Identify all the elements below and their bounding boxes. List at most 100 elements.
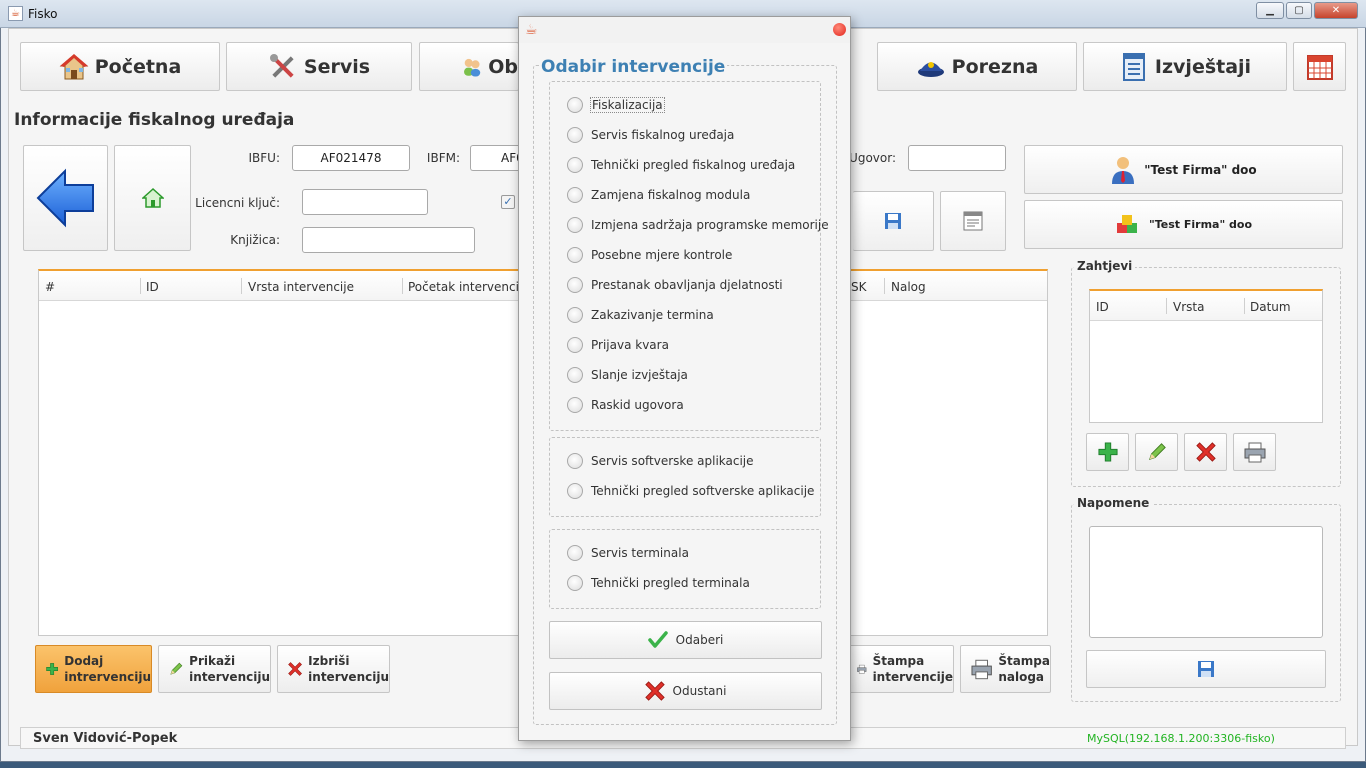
radio-button[interactable] [567,367,583,383]
window-title: Fisko [28,7,58,21]
print-order-button[interactable]: Štampa naloga [960,645,1051,693]
calendar-icon [1306,54,1333,80]
house-icon [59,53,89,79]
plus-icon [1097,442,1118,462]
radio-label[interactable]: Tehnički pregled fiskalnog uređaja [591,158,795,172]
radio-label[interactable]: Servis softverske aplikacije [591,454,754,468]
close-window-button[interactable]: ✕ [1314,2,1358,19]
radio-button[interactable] [567,483,583,499]
software-interventions-group: Servis softverske aplikacije Tehnički pre… [549,437,821,517]
checkmark-icon [647,631,668,648]
radio-button[interactable] [567,277,583,293]
col-sk[interactable]: SK [851,280,867,294]
home-icon [141,187,164,208]
radio-button[interactable] [567,545,583,561]
home-button[interactable] [114,145,191,251]
cubes-icon [1116,214,1137,233]
show-intervention-line2: intervenciju [189,670,270,684]
radio-label[interactable]: Prijava kvara [591,338,669,352]
napomene-textarea[interactable] [1089,526,1323,638]
save-device-button[interactable] [853,191,934,251]
col-nalog[interactable]: Nalog [891,280,926,294]
radio-label[interactable]: Zakazivanje termina [591,308,714,322]
person-icon [1112,156,1135,184]
radio-button[interactable] [567,187,583,203]
delete-intervention-button[interactable]: Izbriši intervenciju [277,645,390,693]
col-pocetak[interactable]: Početak intervencije [408,280,530,294]
radio-button[interactable] [567,97,583,113]
client-person-button[interactable]: "Test Firma" doo [1024,145,1343,194]
select-intervention-dialog: ☕ Odabir intervencije Fiskalizacija Servi… [518,16,851,741]
zahtjevi-table[interactable]: ID Vrsta Datum [1089,289,1323,423]
nav-pocetna-button[interactable]: Početna [20,42,220,91]
maximize-button[interactable]: ▢ [1286,2,1312,19]
nav-pocetna-label: Početna [94,55,182,78]
active-checkbox[interactable]: ✓ [501,195,515,209]
report-icon [1122,52,1145,81]
radio-button[interactable] [567,217,583,233]
zahtjevi-col-vrsta[interactable]: Vrsta [1173,300,1204,314]
print-intervention-button[interactable]: Štampa intervencije [846,645,954,693]
radio-label[interactable]: Posebne mjere kontrole [591,248,732,262]
radio-button[interactable] [567,337,583,353]
show-intervention-button[interactable]: Prikaži intervenciju [158,645,271,693]
save-notes-button[interactable] [1086,650,1326,688]
document-button[interactable] [940,191,1006,251]
dialog-title-bar[interactable]: ☕ [519,17,850,43]
radio-label[interactable]: Raskid ugovora [591,398,684,412]
radio-label[interactable]: Slanje izvještaja [591,368,688,382]
radio-button[interactable] [567,157,583,173]
radio-button[interactable] [567,397,583,413]
col-vrsta[interactable]: Vrsta intervencije [248,280,354,294]
nav-ob-button[interactable]: Ob [419,42,519,91]
radio-label[interactable]: Zamjena fiskalnog modula [591,188,750,202]
delete-request-button[interactable] [1184,433,1227,471]
zahtjevi-col-id[interactable]: ID [1096,300,1109,314]
select-button[interactable]: Odaberi [549,621,822,659]
delete-x-icon [288,662,302,676]
tools-icon [269,53,294,78]
java-app-icon: ☕ [8,6,23,21]
nav-calendar-button[interactable] [1293,42,1346,91]
radio-label[interactable]: Servis fiskalnog uređaja [591,128,734,142]
nav-servis-label: Servis [303,55,371,78]
col-number[interactable]: # [45,280,55,294]
licence-field[interactable] [302,189,428,215]
radio-label[interactable]: Fiskalizacija [590,97,665,113]
nav-servis-button[interactable]: Servis [226,42,412,91]
ugovor-label: Ugovor: [849,151,896,165]
ugovor-field[interactable] [908,145,1006,171]
knjizica-field[interactable] [302,227,475,253]
add-request-button[interactable] [1086,433,1129,471]
client-company-button[interactable]: "Test Firma" doo [1024,200,1343,249]
dialog-close-button[interactable] [833,23,846,36]
delete-intervention-line2: intervenciju [308,670,389,684]
minimize-button[interactable]: ▁ [1256,2,1284,19]
cancel-button[interactable]: Odustani [549,672,822,710]
col-id[interactable]: ID [146,280,159,294]
radio-button[interactable] [567,575,583,591]
print-request-button[interactable] [1233,433,1276,471]
ibfu-field[interactable]: AF021478 [292,145,410,171]
nav-porezna-button[interactable]: Porezna [877,42,1077,91]
radio-label[interactable]: Tehnički pregled terminala [591,576,750,590]
radio-label[interactable]: Servis terminala [591,546,689,560]
police-cap-icon [917,61,944,77]
radio-button[interactable] [567,307,583,323]
radio-button[interactable] [567,453,583,469]
document-icon [963,211,983,231]
nav-izvjestaji-button[interactable]: Izvještaji [1083,42,1287,91]
zahtjevi-col-datum[interactable]: Datum [1250,300,1291,314]
dialog-heading: Odabir intervencije [539,57,728,77]
radio-label[interactable]: Tehnički pregled softverske aplikacije [591,484,814,498]
radio-label[interactable]: Izmjena sadržaja programske memorije [591,218,829,232]
radio-button[interactable] [567,127,583,143]
nav-porezna-label: Porezna [951,55,1039,78]
print-intervention-line2: intervencije [872,670,953,684]
ibfm-field[interactable]: AF0 [470,145,524,171]
add-intervention-button[interactable]: Dodaj intrervenciju [35,645,152,693]
back-button[interactable] [23,145,108,251]
radio-label[interactable]: Prestanak obavljanja djelatnosti [591,278,783,292]
edit-request-button[interactable] [1135,433,1178,471]
radio-button[interactable] [567,247,583,263]
